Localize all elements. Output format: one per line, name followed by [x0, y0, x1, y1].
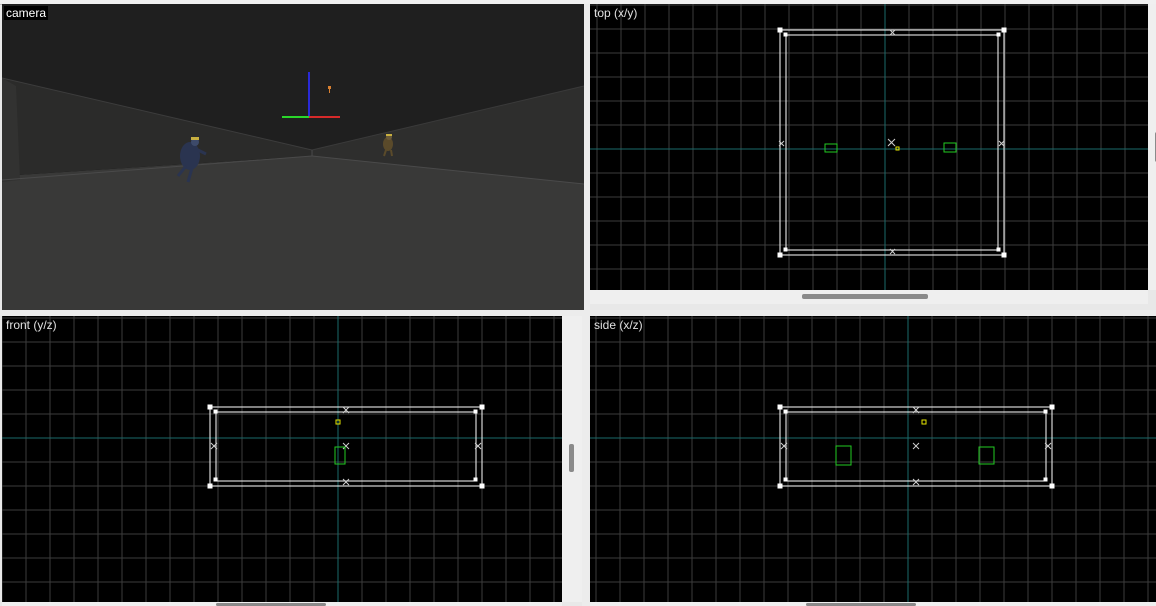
camera-viewport[interactable]: camera [2, 4, 584, 310]
grid-lines [2, 316, 562, 602]
spawn-entity-marker[interactable] [824, 143, 838, 153]
viewport-label-camera: camera [4, 6, 49, 20]
x-marker-icon [210, 406, 482, 486]
side-viewport-horizontal-scrollbar[interactable] [590, 602, 1156, 606]
spawn-entity-marker[interactable] [978, 446, 995, 465]
pane-splitter-vertical-bottom[interactable] [582, 316, 590, 606]
viewport-label-top: top (x/y) [594, 6, 638, 20]
viewport-label-front: front (y/z) [6, 318, 57, 332]
front-viewport-horizontal-scrollbar[interactable] [2, 602, 562, 606]
viewport-label-side: side (x/z) [594, 318, 643, 332]
top-viewport[interactable]: top (x/y) [590, 4, 1148, 290]
side-viewport[interactable]: side (x/z) [590, 316, 1156, 602]
front-viewport[interactable]: front (y/z) [2, 316, 562, 602]
spawn-entity-marker[interactable] [943, 142, 957, 153]
scrollbar-thumb[interactable] [569, 444, 574, 472]
spawn-entity-marker[interactable] [334, 446, 346, 465]
grid-lines [590, 4, 1148, 290]
x-marker-icon [780, 406, 1052, 486]
camera-render [2, 4, 584, 310]
front-viewport-vertical-scrollbar[interactable] [562, 316, 582, 602]
top-viewport-horizontal-scrollbar[interactable] [590, 290, 1148, 304]
top-grid [590, 4, 1148, 290]
front-grid [2, 316, 562, 602]
light-entity-marker[interactable] [921, 419, 927, 425]
scrollbar-thumb[interactable] [802, 294, 928, 299]
top-viewport-vertical-scrollbar[interactable] [1148, 4, 1156, 290]
grid-lines [590, 316, 1156, 602]
side-grid [590, 316, 1156, 602]
